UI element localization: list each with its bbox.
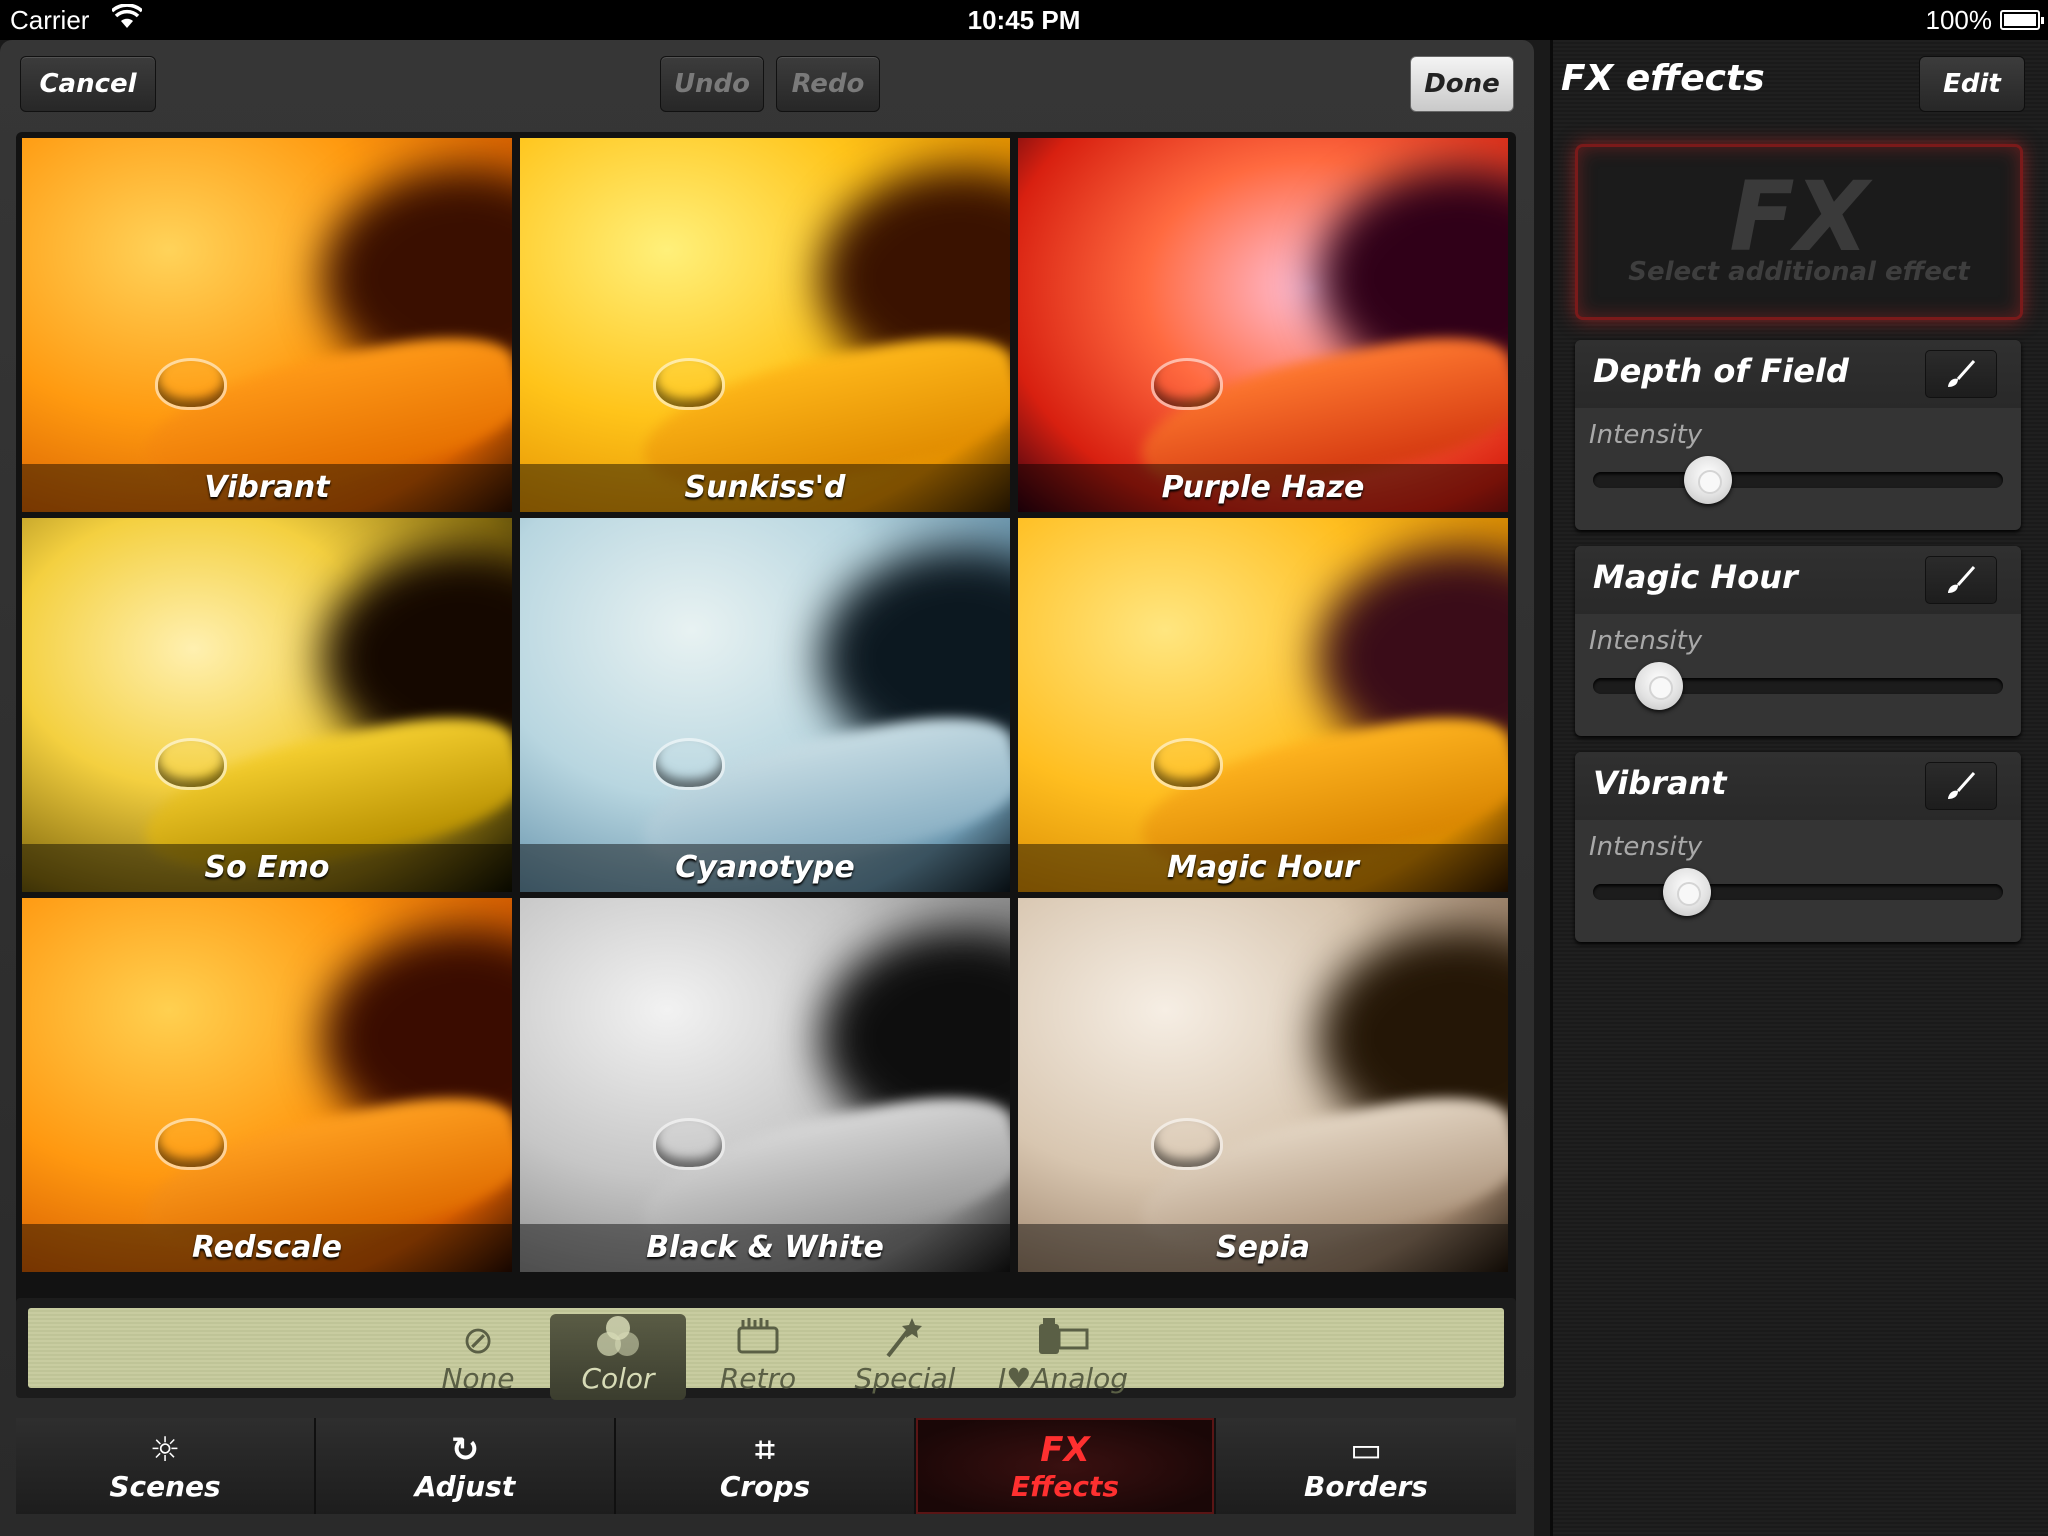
category-label: Retro	[719, 1362, 797, 1395]
intensity-label: Intensity	[1589, 420, 1703, 450]
water-drop	[653, 358, 725, 410]
tab-label: Adjust	[414, 1469, 516, 1503]
brush-icon	[1948, 772, 1976, 799]
preset-tile-magic-hour[interactable]: Magic Hour	[1018, 518, 1508, 892]
preset-tile-black-white[interactable]: Black & White	[520, 898, 1010, 1272]
tab-effects[interactable]: FX Effects	[916, 1418, 1214, 1514]
brush-button[interactable]	[1925, 556, 1997, 604]
edit-button[interactable]: Edit	[1919, 56, 2025, 112]
preset-label: Sunkiss'd	[520, 464, 1010, 512]
preset-label: Sepia	[1018, 1224, 1508, 1272]
preset-label: So Emo	[22, 844, 512, 892]
panel-title: FX effects	[1561, 58, 1765, 99]
brush-button[interactable]	[1925, 350, 1997, 398]
add-effect-slot[interactable]: FX Select additional effect	[1575, 144, 2023, 320]
retro-camera-icon	[733, 1314, 783, 1362]
preset-tile-purple-haze[interactable]: Purple Haze	[1018, 138, 1508, 512]
intensity-label: Intensity	[1589, 626, 1703, 656]
intensity-label: Intensity	[1589, 832, 1703, 862]
preset-tile-cyanotype[interactable]: Cyanotype	[520, 518, 1010, 892]
preset-tile-redscale[interactable]: Redscale	[22, 898, 512, 1272]
tab-label: Scenes	[109, 1469, 221, 1503]
editor-panel: Cancel Undo Redo Done Vibrant Sunkiss'd …	[0, 40, 1534, 1536]
tab-label: Crops	[719, 1469, 811, 1503]
effect-name: Depth of Field	[1593, 352, 1849, 390]
bottom-tab-bar: ☼ Scenes ↻ Adjust ⌗ Crops FX Effects ▭ B…	[16, 1418, 1516, 1514]
magic-wand-icon	[880, 1314, 930, 1362]
film-canister-icon	[1035, 1314, 1091, 1362]
effect-card-depth-of-field: Depth of Field Intensity	[1575, 340, 2021, 530]
intensity-slider-thumb[interactable]	[1683, 456, 1732, 504]
tab-label: Borders	[1304, 1469, 1428, 1503]
preset-label: Black & White	[520, 1224, 1010, 1272]
water-drop	[155, 738, 227, 790]
water-drop	[1151, 738, 1223, 790]
effect-card-magic-hour: Magic Hour Intensity	[1575, 546, 2021, 736]
water-drop	[155, 358, 227, 410]
tab-borders[interactable]: ▭ Borders	[1216, 1418, 1516, 1514]
intensity-slider-thumb[interactable]	[1663, 868, 1712, 916]
preset-label: Vibrant	[22, 464, 512, 512]
none-icon: ⊘	[462, 1318, 494, 1362]
done-button[interactable]: Done	[1410, 56, 1514, 112]
scenes-icon: ☼	[149, 1429, 181, 1470]
undo-button[interactable]: Undo	[660, 56, 764, 112]
preset-label: Magic Hour	[1018, 844, 1508, 892]
category-label: None	[441, 1362, 515, 1395]
fx-icon: FX	[1040, 1429, 1090, 1470]
clock: 10:45 PM	[967, 5, 1081, 35]
category-none[interactable]: ⊘ None	[410, 1314, 546, 1400]
effect-card-vibrant: Vibrant Intensity	[1575, 752, 2021, 942]
tab-scenes[interactable]: ☼ Scenes	[16, 1418, 314, 1514]
preset-label: Cyanotype	[520, 844, 1010, 892]
preset-tile-sepia[interactable]: Sepia	[1018, 898, 1508, 1272]
preset-tile-so-emo[interactable]: So Emo	[22, 518, 512, 892]
color-circles-icon	[593, 1314, 643, 1362]
category-special[interactable]: Special	[830, 1314, 980, 1400]
preset-label: Purple Haze	[1018, 464, 1508, 512]
water-drop	[653, 738, 725, 790]
tab-label: Effects	[1010, 1469, 1120, 1503]
effect-name: Magic Hour	[1593, 558, 1798, 596]
category-color[interactable]: Color	[550, 1314, 686, 1400]
water-drop	[1151, 1118, 1223, 1170]
preset-tile-sunkissd[interactable]: Sunkiss'd	[520, 138, 1010, 512]
brush-icon	[1948, 566, 1976, 593]
effect-header: Vibrant	[1575, 752, 2021, 820]
preset-label: Redscale	[22, 1224, 512, 1272]
borders-icon: ▭	[1349, 1429, 1383, 1470]
category-analog[interactable]: I♥Analog	[990, 1314, 1136, 1400]
redo-button[interactable]: Redo	[776, 56, 880, 112]
water-drop	[155, 1118, 227, 1170]
intensity-slider-thumb[interactable]	[1634, 662, 1683, 710]
preset-tile-vibrant[interactable]: Vibrant	[22, 138, 512, 512]
tab-adjust[interactable]: ↻ Adjust	[316, 1418, 614, 1514]
water-drop	[1151, 358, 1223, 410]
category-display: ⊘ None Color Retro Special I♥Analog	[28, 1308, 1504, 1400]
preset-grid: Vibrant Sunkiss'd Purple Haze So Emo Cya…	[16, 132, 1516, 1310]
battery-percent: 100%	[1925, 5, 1993, 35]
category-retro[interactable]: Retro	[690, 1314, 826, 1400]
status-bar: Carrier 10:45 PM 100%	[0, 0, 2048, 40]
adjust-icon: ↻	[450, 1429, 480, 1470]
brush-button[interactable]	[1925, 762, 1997, 810]
category-label: Special	[854, 1362, 956, 1395]
battery-icon	[2000, 10, 2044, 30]
category-label: I♥Analog	[997, 1362, 1129, 1395]
fx-effects-panel: FX effects Edit FX Select additional eff…	[1550, 40, 2048, 1536]
effect-name: Vibrant	[1593, 764, 1727, 802]
intensity-slider-track[interactable]	[1593, 472, 2003, 488]
category-strip: ⊘ None Color Retro Special I♥Analog	[16, 1298, 1516, 1400]
tab-crops[interactable]: ⌗ Crops	[616, 1418, 914, 1514]
brush-icon	[1948, 360, 1976, 387]
cancel-button[interactable]: Cancel	[20, 56, 156, 112]
effect-header: Depth of Field	[1575, 340, 2021, 408]
effect-header: Magic Hour	[1575, 546, 2021, 614]
intensity-slider-track[interactable]	[1593, 884, 2003, 900]
water-drop	[653, 1118, 725, 1170]
slot-hint: Select additional effect	[1628, 257, 1970, 287]
category-label: Color	[581, 1362, 655, 1395]
crop-icon: ⌗	[755, 1429, 775, 1470]
